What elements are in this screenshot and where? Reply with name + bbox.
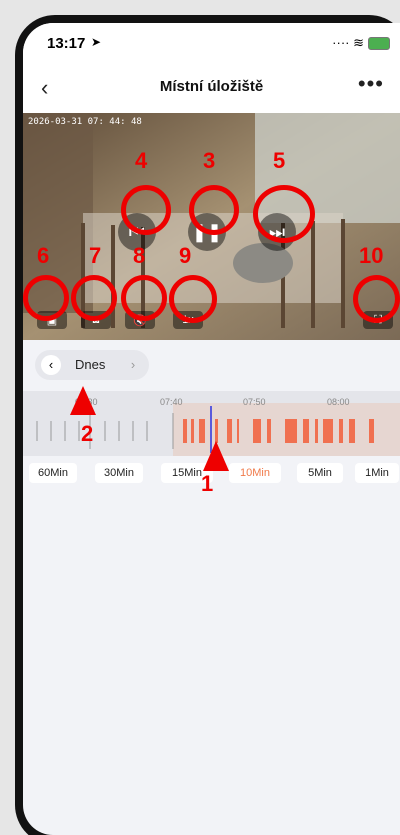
zoom-10min[interactable]: 10Min (229, 463, 281, 483)
tick-label-3: 08:00 (327, 397, 350, 407)
annotation-circle-9 (169, 275, 217, 323)
tick-label-0: 07:30 (75, 397, 98, 407)
status-icons: ···· ≋ (332, 35, 390, 51)
page-title: Místní úložiště (159, 78, 264, 95)
annotation-number-4: 4 (135, 148, 148, 173)
annotation-circle-7 (71, 275, 117, 321)
nav-bar: ‹ Místní úložiště ••• (23, 63, 400, 113)
annotation-number-8: 8 (133, 243, 146, 268)
status-time: 13:17 (47, 35, 86, 52)
screen: 13:17 ➤ ···· ≋ ‹ Místní úložiště ••• 202… (23, 23, 400, 835)
stage: 13:17 ➤ ···· ≋ ‹ Místní úložiště ••• 202… (0, 0, 400, 835)
date-next-button[interactable]: › (123, 355, 143, 375)
zoom-60min[interactable]: 60Min (29, 463, 77, 483)
annotation-circle-8 (121, 275, 167, 321)
annotation-circle-3 (189, 185, 239, 235)
annotation-circle-4 (121, 185, 171, 235)
battery-icon (368, 37, 390, 51)
zoom-30min[interactable]: 30Min (95, 463, 143, 483)
annotation-number-10: 10 (359, 243, 384, 268)
annotation-circle-10 (353, 275, 400, 323)
annotation-number-3: 3 (203, 148, 216, 173)
tick-label-2: 07:50 (243, 397, 266, 407)
video-timestamp: 2026-03-31 07: 44: 48 (28, 117, 142, 127)
tick-label-1: 07:40 (160, 397, 183, 407)
location-arrow-icon: ➤ (91, 35, 102, 49)
annotation-circle-5 (253, 185, 315, 243)
zoom-5min[interactable]: 5Min (297, 463, 343, 483)
annotation-number-7: 7 (89, 243, 102, 268)
annotation-circle-6 (23, 275, 69, 321)
date-label: Dnes (75, 357, 106, 372)
more-icon[interactable]: ••• (358, 71, 384, 97)
annotation-number-9: 9 (179, 243, 192, 268)
status-bar: 13:17 ➤ ···· ≋ (23, 23, 400, 63)
annotation-number-1: 1 (201, 471, 214, 496)
date-prev-button[interactable]: ‹ (41, 355, 61, 375)
timeline[interactable]: 07:30 07:40 07:50 08:00 (23, 391, 400, 456)
annotation-number-6: 6 (37, 243, 50, 268)
date-selector: ‹ Dnes › (35, 350, 149, 380)
annotation-number-5: 5 (273, 148, 286, 173)
zoom-1min[interactable]: 1Min (355, 463, 399, 483)
annotation-number-2: 2 (81, 421, 94, 446)
